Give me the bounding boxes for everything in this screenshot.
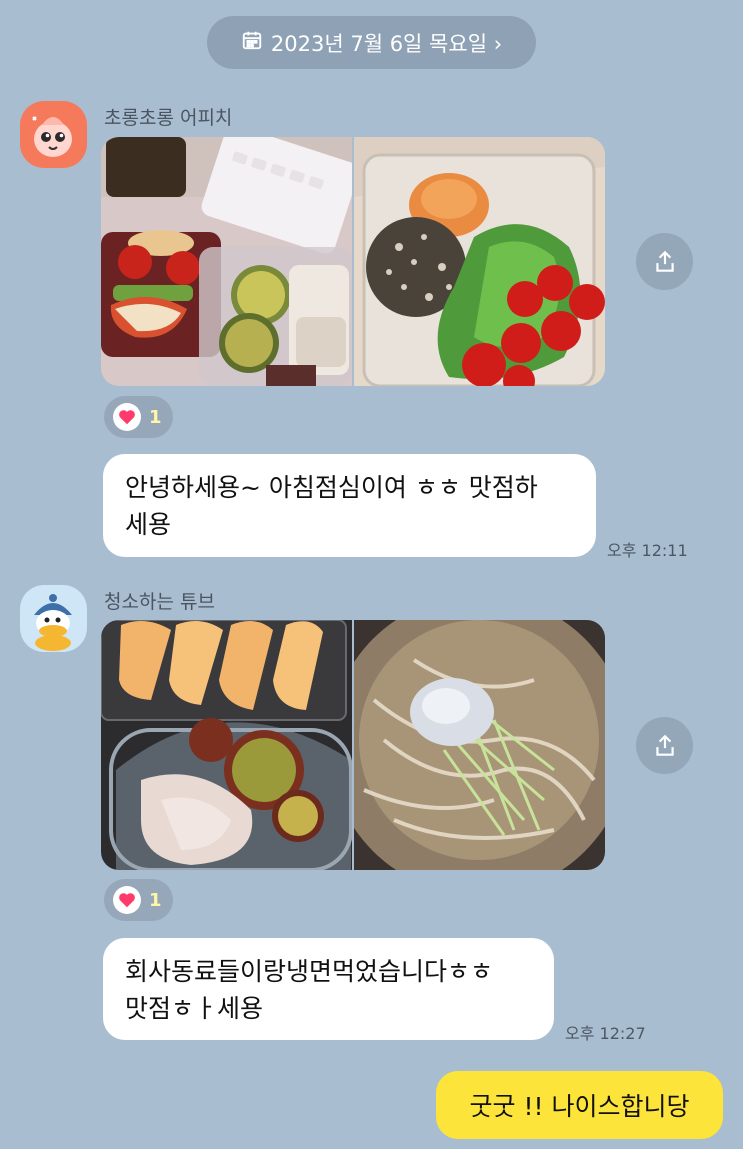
avatar-tube[interactable] xyxy=(20,585,87,652)
share-icon xyxy=(655,734,674,756)
sender-name: 청소하는 튜브 xyxy=(104,591,215,613)
avatar-apeach[interactable] xyxy=(20,101,87,168)
heart-icon xyxy=(113,886,141,914)
date-label: 2023년 7월 6일 목요일 › xyxy=(270,31,503,56)
share-button[interactable] xyxy=(636,717,693,774)
photo-lunchbox[interactable] xyxy=(101,137,352,386)
share-icon xyxy=(655,250,674,272)
share-button[interactable] xyxy=(636,233,693,290)
photo-salad-box[interactable] xyxy=(354,137,605,386)
photo-cold-noodles[interactable] xyxy=(354,620,605,870)
heart-icon xyxy=(113,403,141,431)
message-bubble[interactable]: 안녕하세용~ 아침점심이여 ㅎㅎ 맛점하 세용 xyxy=(103,454,596,557)
like-reaction[interactable]: 1 xyxy=(104,879,173,921)
message-bubble[interactable]: 회사동료들이랑냉면먹었습니다ㅎㅎ 맛점ㅎㅏ세용 xyxy=(103,938,554,1040)
calendar-icon xyxy=(241,29,263,56)
reaction-count: 1 xyxy=(149,889,162,911)
reaction-count: 1 xyxy=(149,406,162,428)
message-time: 오후 12:11 xyxy=(607,541,688,560)
sender-name: 초롱초롱 어피치 xyxy=(104,107,233,129)
message-time: 오후 12:27 xyxy=(565,1024,646,1043)
like-reaction[interactable]: 1 xyxy=(104,396,173,438)
my-message-bubble[interactable]: 굿굿 !! 나이스합니당 xyxy=(436,1071,723,1139)
date-divider[interactable]: 2023년 7월 6일 목요일 › xyxy=(207,16,536,69)
photo-fruit-sweetpotato[interactable] xyxy=(101,620,352,870)
